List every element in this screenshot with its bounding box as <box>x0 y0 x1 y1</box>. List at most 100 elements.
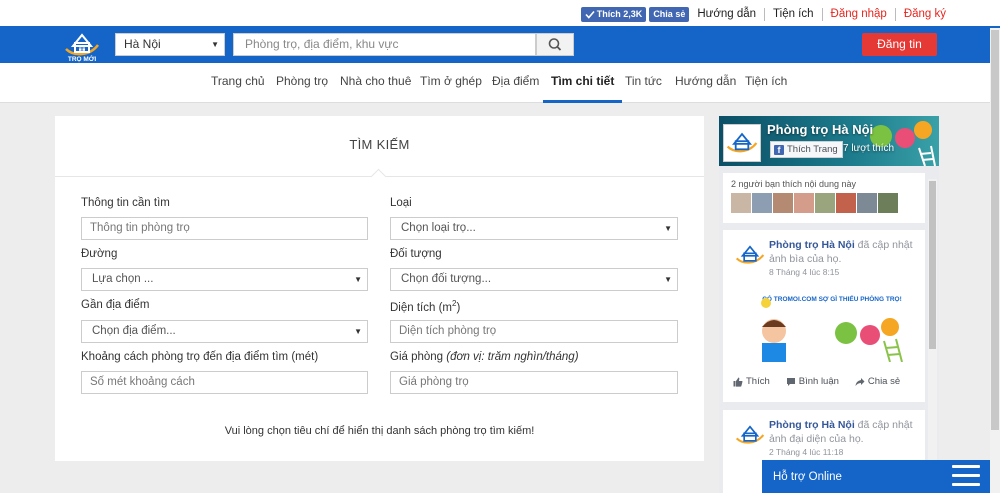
info-label: Thông tin cần tìm <box>81 197 170 209</box>
post-listing-button[interactable]: Đăng tin <box>862 33 937 56</box>
house-logo-icon <box>726 132 758 153</box>
city-select[interactable]: Hà Nội ▼ <box>115 33 225 56</box>
search-button[interactable] <box>536 33 574 56</box>
fb-share-button[interactable]: Chia sẻ <box>649 6 690 22</box>
area-input[interactable]: Diện tích phòng trọ <box>390 320 678 343</box>
online-support-bar[interactable]: Hỗ trợ Online <box>762 460 990 493</box>
link-utilities[interactable]: Tiện ích <box>765 7 823 21</box>
fb-post-image[interactable]: CÓ TROMOI.COM SỢ GÌ THIẾU PHÒNG TRỌ! <box>734 291 912 363</box>
near-label: Gần địa điểm <box>81 299 150 311</box>
top-links: Thích 2,3K Chia sẻ Hướng dẫn Tiện ích Đă… <box>580 6 946 22</box>
fb-like-page-button[interactable]: f Thích Trang <box>770 141 843 158</box>
caret-down-icon: ▼ <box>664 224 672 233</box>
price-label-main: Giá phòng <box>390 351 444 363</box>
main-nav: Trang chủ Phòng trọ Nhà cho thuê Tìm ở g… <box>0 63 1000 103</box>
link-guide[interactable]: Hướng dẫn <box>689 7 766 21</box>
near-select[interactable]: Chọn địa điểm... ▼ <box>81 320 368 343</box>
nav-news[interactable]: Tin tức <box>625 63 662 103</box>
avatar[interactable] <box>857 193 877 213</box>
fb-post-author[interactable]: Phòng trọ Hà Nội <box>769 419 855 431</box>
fb-post-time[interactable]: 8 Tháng 4 lúc 8:15 <box>769 267 839 277</box>
fb-share-action[interactable]: Chia sẻ <box>855 376 900 387</box>
target-value: Chọn đối tượng... <box>401 273 492 285</box>
house-logo-icon <box>735 245 765 264</box>
avatar[interactable] <box>794 193 814 213</box>
thumbs-up-icon <box>733 377 743 387</box>
type-select[interactable]: Chọn loại trọ... ▼ <box>390 217 678 240</box>
avatar[interactable] <box>731 193 751 213</box>
link-register[interactable]: Đăng ký <box>896 8 946 21</box>
nav-places[interactable]: Địa điểm <box>492 63 539 103</box>
house-logo-icon: TRỌ MỚI <box>65 33 99 63</box>
price-placeholder: Giá phòng trọ <box>399 376 469 388</box>
comment-icon <box>786 377 795 386</box>
nav-rooms[interactable]: Phòng trọ <box>276 63 328 103</box>
street-label: Đường <box>81 248 118 260</box>
near-value: Chọn địa điểm... <box>92 325 176 337</box>
distance-placeholder: Số mét khoảng cách <box>90 376 195 388</box>
facebook-page-widget: Phòng trọ Hà Nội f Thích Trang 7 lượt th… <box>719 116 939 493</box>
target-label: Đối tượng <box>390 248 442 260</box>
fb-post-actions: Thích Bình luận Chia sẻ <box>733 376 913 387</box>
hamburger-menu-icon[interactable] <box>952 465 980 487</box>
fb-friends-box: 2 người bạn thích nội dung này <box>723 173 925 223</box>
fb-post-author[interactable]: Phòng trọ Hà Nội <box>769 239 855 251</box>
divider-notch <box>370 168 387 185</box>
page-scrollbar-thumb[interactable] <box>991 30 999 430</box>
logo-text: TRỌ MỚI <box>68 54 96 63</box>
nav-guide[interactable]: Hướng dẫn <box>675 63 736 103</box>
fb-scrollbar-thumb[interactable] <box>929 181 936 349</box>
support-label: Hỗ trợ Online <box>773 471 842 483</box>
nav-utilities[interactable]: Tiện ích <box>745 63 787 103</box>
cover-banner-image: CÓ TROMOI.COM SỢ GÌ THIẾU PHÒNG TRỌ! <box>734 291 912 363</box>
target-select[interactable]: Chọn đối tượng... ▼ <box>390 268 678 291</box>
search-input[interactable]: Phòng trọ, địa điểm, khu vực <box>233 33 536 56</box>
info-input[interactable]: Thông tin phòng trọ <box>81 217 368 240</box>
link-login[interactable]: Đăng nhập <box>823 7 896 21</box>
nav-houses[interactable]: Nhà cho thuê <box>340 63 411 103</box>
price-label: Giá phòng (đơn vị: trăm nghìn/tháng) <box>390 351 579 363</box>
search-placeholder: Phòng trọ, địa điểm, khu vực <box>245 37 399 51</box>
panel-title: TÌM KIẾM <box>349 137 410 152</box>
caret-down-icon: ▼ <box>354 275 362 284</box>
caret-down-icon: ▼ <box>354 327 362 336</box>
info-placeholder: Thông tin phòng trọ <box>90 222 190 234</box>
city-value: Hà Nội <box>124 37 161 51</box>
avatar[interactable] <box>815 193 835 213</box>
site-logo[interactable]: TRỌ MỚI <box>62 27 102 63</box>
fb-page-avatar[interactable] <box>723 124 761 162</box>
check-icon <box>585 10 595 19</box>
fb-page-name[interactable]: Phòng trọ Hà Nội <box>767 122 873 137</box>
nav-roommate[interactable]: Tìm ở ghép <box>420 63 482 103</box>
fb-comment-action[interactable]: Bình luận <box>786 376 839 387</box>
avatar[interactable] <box>773 193 793 213</box>
fb-post-header: Phòng trọ Hà Nội đã cập nhật ảnh bìa của… <box>769 238 919 266</box>
price-input[interactable]: Giá phòng trọ <box>390 371 678 394</box>
search-panel: TÌM KIẾM Thông tin cần tìm Thông tin phò… <box>55 116 704 461</box>
page-scrollbar[interactable] <box>990 28 1000 493</box>
house-logo-icon <box>735 425 765 444</box>
fb-scrollbar[interactable] <box>928 179 937 493</box>
search-icon <box>548 38 562 51</box>
fb-like-action[interactable]: Thích <box>733 376 770 387</box>
facebook-icon: f <box>774 144 784 155</box>
street-select[interactable]: Lựa chọn ... ▼ <box>81 268 368 291</box>
nav-detailed-search[interactable]: Tìm chi tiết <box>543 63 623 103</box>
area-placeholder: Diện tích phòng trọ <box>399 325 497 337</box>
fb-like-button[interactable]: Thích 2,3K <box>580 6 647 22</box>
avatar[interactable] <box>752 193 772 213</box>
fb-like-action-label: Thích <box>746 376 770 387</box>
fb-like-page-label: Thích Trang <box>787 144 838 155</box>
area-label-main: Diện tích (m <box>390 301 452 314</box>
distance-input[interactable]: Số mét khoảng cách <box>81 371 368 394</box>
nav-home[interactable]: Trang chủ <box>211 63 265 103</box>
avatar[interactable] <box>836 193 856 213</box>
fb-like-label: Thích 2,3K <box>596 8 643 19</box>
avatar[interactable] <box>878 193 898 213</box>
distance-label: Khoảng cách phòng trọ đến địa điểm tìm (… <box>81 351 319 363</box>
fb-cover-image: Phòng trọ Hà Nội f Thích Trang 7 lượt th… <box>719 116 939 166</box>
header: TRỌ MỚI Hà Nội ▼ Phòng trọ, địa điểm, kh… <box>0 26 1000 63</box>
top-bar: Thích 2,3K Chia sẻ Hướng dẫn Tiện ích Đă… <box>0 0 1000 28</box>
fb-post-time[interactable]: 2 Tháng 4 lúc 11:18 <box>769 447 843 457</box>
fb-share-action-label: Chia sẻ <box>867 376 901 387</box>
